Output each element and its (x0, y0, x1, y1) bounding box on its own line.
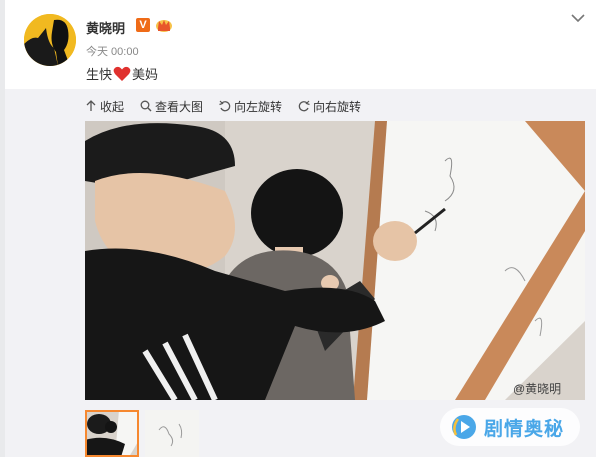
rotate-left-button[interactable]: 向左旋转 (219, 98, 282, 115)
chevron-down-icon[interactable] (570, 11, 586, 25)
thumbnail-2[interactable] (145, 410, 199, 457)
post-text: 生快 美妈 (86, 64, 158, 83)
view-large-button[interactable]: 查看大图 (140, 98, 203, 115)
rotate-right-label: 向右旋转 (313, 99, 362, 114)
verified-badge: V (136, 18, 150, 32)
post-timestamp[interactable]: 今天 00:00 (86, 43, 139, 59)
rotate-left-icon (219, 100, 231, 112)
thumbnail-1[interactable] (85, 410, 139, 457)
rotate-left-label: 向左旋转 (234, 99, 283, 114)
photo-watermark: @黄晓明 (513, 382, 562, 396)
site-watermark-text: 剧情奥秘 (484, 418, 565, 440)
collapse-button[interactable]: 收起 (85, 98, 124, 115)
avatar[interactable] (24, 14, 76, 66)
thumbnail-strip (85, 410, 205, 457)
post-text-before: 生快 (86, 67, 113, 82)
rotate-right-button[interactable]: 向右旋转 (298, 98, 361, 115)
view-large-label: 查看大图 (155, 99, 204, 114)
post-text-after: 美妈 (132, 67, 159, 82)
heart-icon (113, 66, 131, 81)
collapse-label: 收起 (100, 99, 125, 114)
play-logo-icon (452, 415, 476, 439)
search-icon (140, 100, 152, 112)
media-toolbar: 收起 查看大图 向左旋转 向右旋转 (85, 97, 377, 115)
site-watermark: 剧情奥秘 (440, 408, 580, 446)
main-photo[interactable]: ○ @黄晓明 (85, 121, 585, 400)
photo-illustration: ○ (85, 121, 585, 400)
crown-icon (156, 20, 172, 32)
username[interactable]: 黄晓明 (86, 18, 125, 37)
arrow-up-icon (86, 100, 96, 111)
rotate-right-icon (298, 100, 310, 112)
